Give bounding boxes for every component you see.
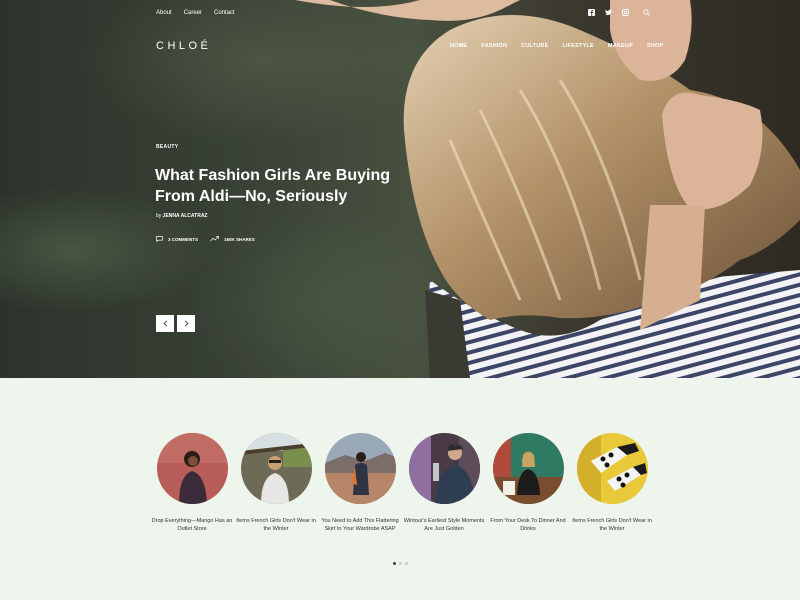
hero-slider: About Career Contact CHLOÉ HOME FASHION …: [0, 0, 800, 378]
post-card[interactable]: You Need to Add This Flattering Skirt to…: [321, 433, 399, 533]
social-icons: [588, 9, 650, 16]
post-card[interactable]: Drop Everything—Mango Has an Outlet Stor…: [152, 433, 232, 533]
post-card-title[interactable]: Wintour's Earliest Style Moments Are Jus…: [401, 517, 487, 533]
post-card[interactable]: Wintour's Earliest Style Moments Are Jus…: [404, 433, 484, 533]
post-card-title[interactable]: Items French Girls Don't Wear in the Win…: [233, 517, 319, 533]
nav-lifestyle-link[interactable]: LIFESTYLE: [562, 43, 593, 49]
shares-label: 160K SHARES: [224, 236, 255, 242]
pagination-dot[interactable]: [399, 562, 402, 565]
search-icon[interactable]: [643, 9, 650, 16]
nav-makeup-link[interactable]: MAKEUP: [608, 43, 633, 49]
facebook-icon[interactable]: [588, 9, 595, 16]
post-card[interactable]: Items French Girls Don't Wear in the Win…: [236, 433, 316, 533]
slider-next-button[interactable]: [177, 315, 195, 332]
post-thumbnail[interactable]: [324, 433, 396, 504]
nav-about-link[interactable]: About: [156, 10, 172, 16]
post-card-title[interactable]: You Need to Add This Flattering Skirt to…: [317, 517, 403, 533]
post-thumbnail[interactable]: [576, 433, 648, 504]
top-nav: About Career Contact: [156, 10, 235, 16]
post-thumbnail[interactable]: [240, 433, 312, 504]
post-card-title[interactable]: From Your Desk To Dinner And Drinks: [485, 517, 571, 533]
carousel-pagination: [393, 562, 408, 565]
post-author[interactable]: JENNA ALCATRAZ: [163, 213, 208, 219]
main-nav: HOME FASHION CULTURE LIFESTYLE MAKEUP SH…: [450, 43, 663, 49]
pagination-dot[interactable]: [405, 562, 408, 565]
post-meta: 3 COMMENTS 160K SHARES: [156, 236, 255, 242]
post-thumbnail[interactable]: [408, 433, 480, 504]
slider-prev-button[interactable]: [156, 315, 174, 332]
post-thumbnail[interactable]: [492, 433, 564, 504]
instagram-icon[interactable]: [622, 9, 629, 16]
nav-shop-link[interactable]: SHOP: [647, 43, 663, 49]
comment-icon: [156, 236, 163, 242]
chevron-left-icon: [163, 320, 167, 327]
byline-prefix: by: [156, 213, 162, 219]
post-category[interactable]: BEAUTY: [156, 144, 178, 150]
comments-count[interactable]: 3 COMMENTS: [156, 236, 198, 242]
shares-count[interactable]: 160K SHARES: [210, 236, 255, 242]
nav-home-link[interactable]: HOME: [450, 43, 467, 49]
twitter-icon[interactable]: [605, 9, 612, 16]
nav-fashion-link[interactable]: FASHION: [481, 43, 507, 49]
comments-label: 3 COMMENTS: [168, 236, 199, 242]
post-thumbnail[interactable]: [156, 433, 228, 504]
post-byline: by JENNA ALCATRAZ: [156, 213, 207, 219]
post-title[interactable]: What Fashion Girls Are Buying From Aldi—…: [155, 165, 415, 207]
post-card-title[interactable]: Items French Girls Don't Wear in the Win…: [569, 517, 655, 533]
nav-career-link[interactable]: Career: [184, 10, 202, 16]
pagination-dot[interactable]: [393, 562, 396, 565]
nav-culture-link[interactable]: CULTURE: [521, 43, 548, 49]
post-card[interactable]: Items French Girls Don't Wear in the Win…: [572, 433, 652, 533]
share-icon: [210, 236, 219, 242]
featured-posts-carousel: Drop Everything—Mango Has an Outlet Stor…: [152, 433, 652, 533]
post-card-title[interactable]: Drop Everything—Mango Has an Outlet Stor…: [149, 517, 235, 533]
site-logo[interactable]: CHLOÉ: [156, 40, 211, 52]
post-card[interactable]: From Your Desk To Dinner And Drinks: [490, 433, 566, 533]
nav-contact-link[interactable]: Contact: [214, 10, 235, 16]
chevron-right-icon: [184, 320, 188, 327]
